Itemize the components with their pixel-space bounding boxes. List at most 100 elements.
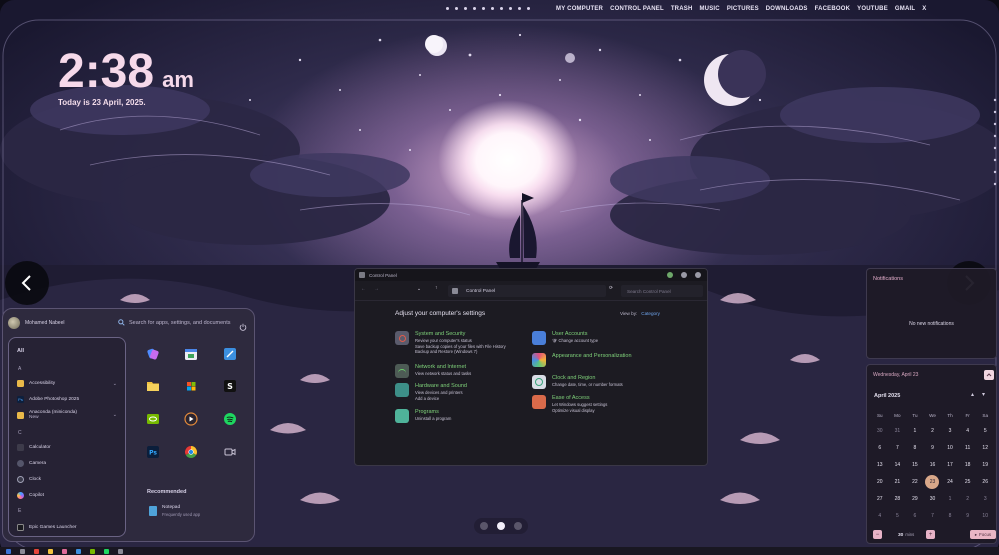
focus-decrease-button[interactable]: − (873, 530, 882, 539)
app-photoshop[interactable]: Ps Adobe Photoshop 2025 (17, 396, 117, 403)
calendar-day[interactable]: 8 (941, 507, 959, 524)
cp-programs-title[interactable]: Programs (415, 409, 451, 416)
calendar-day[interactable]: 14 (889, 456, 907, 473)
cp-system-security-title[interactable]: System and Security (415, 331, 506, 338)
pinned-calendar[interactable] (184, 347, 198, 361)
menu-x[interactable]: X (922, 6, 926, 12)
pinned-photoshop[interactable]: Ps (146, 445, 160, 459)
calendar-day[interactable]: 19 (976, 456, 994, 473)
pinned-nvidia[interactable] (146, 412, 160, 426)
prev-month-arrow-icon[interactable]: ▴ (971, 391, 974, 398)
pinned-store[interactable] (184, 379, 198, 393)
cp-ease-of-access-title[interactable]: Ease of Access (552, 395, 607, 402)
recommended-notepad[interactable]: Notepad Frequently used app (149, 505, 200, 517)
control-panel-titlebar[interactable]: Control Panel (355, 269, 707, 281)
calendar-day[interactable]: 6 (906, 507, 924, 524)
calendar-day[interactable]: 29 (906, 490, 924, 507)
calendar-day[interactable]: 20 (871, 473, 889, 490)
calendar-day[interactable]: 4 (959, 422, 977, 439)
focus-button[interactable]: ▸ Focus (970, 530, 996, 539)
view-by-dropdown[interactable]: Category (641, 311, 660, 316)
calendar-day[interactable]: 30 (871, 422, 889, 439)
pager-dot-2[interactable] (497, 522, 505, 530)
calendar-day[interactable]: 18 (959, 456, 977, 473)
calendar-day[interactable]: 13 (871, 456, 889, 473)
app-clock[interactable]: Clock (17, 476, 117, 483)
minimize-button[interactable] (667, 272, 673, 278)
calendar-day[interactable]: 24 (941, 473, 959, 490)
cp-appearance-title[interactable]: Appearance and Personalization (552, 353, 632, 360)
calendar-day[interactable]: 8 (906, 439, 924, 456)
focus-increase-button[interactable]: + (926, 530, 936, 539)
address-bar[interactable]: Control Panel (448, 285, 606, 297)
letter-e[interactable]: E (18, 508, 21, 514)
calendar-day[interactable]: 30 (924, 490, 942, 507)
menu-facebook[interactable]: FACEBOOK (815, 6, 851, 12)
calendar-day[interactable]: 2 (924, 422, 942, 439)
pinned-file-explorer[interactable] (146, 379, 160, 393)
app-epic-games[interactable]: Epic Games Launcher (17, 524, 117, 531)
app-camera[interactable]: Camera (17, 460, 117, 467)
calendar-day[interactable]: 12 (976, 439, 994, 456)
app-calculator[interactable]: Calculator (17, 444, 117, 451)
menu-gmail[interactable]: GMAIL (895, 6, 915, 12)
taskbar-icon-spotify[interactable] (104, 549, 109, 554)
calendar-day[interactable]: 22 (906, 473, 924, 490)
calendar-day[interactable]: 4 (871, 507, 889, 524)
taskbar-icon-explorer[interactable] (48, 549, 53, 554)
cp-hardware-sound-title[interactable]: Hardware and Sound (415, 383, 467, 390)
next-month-arrow-icon[interactable]: ▾ (982, 391, 985, 398)
taskbar-icon-nvidia[interactable] (90, 549, 95, 554)
taskbar-icon-app2[interactable] (76, 549, 81, 554)
calendar-day[interactable]: 1 (941, 490, 959, 507)
menu-music[interactable]: MUSIC (699, 6, 719, 12)
calendar-day[interactable]: 10 (976, 507, 994, 524)
maximize-button[interactable] (681, 272, 687, 278)
back-arrow-icon[interactable]: ← (361, 287, 366, 292)
menu-downloads[interactable]: DOWNLOADS (766, 6, 808, 12)
cp-user-accounts-title[interactable]: User Accounts (552, 331, 598, 338)
calendar-day[interactable]: 27 (871, 490, 889, 507)
calendar-day[interactable]: 2 (959, 490, 977, 507)
letter-a[interactable]: A (18, 366, 21, 372)
calendar-day[interactable]: 5 (889, 507, 907, 524)
app-copilot[interactable]: Copilot (17, 492, 117, 499)
calendar-day[interactable]: 1 (906, 422, 924, 439)
control-panel-search[interactable]: Search Control Panel (621, 285, 703, 297)
app-accessibility[interactable]: Accessibility ⌄ (17, 380, 117, 387)
calendar-day[interactable]: 11 (959, 439, 977, 456)
calendar-day[interactable]: 26 (976, 473, 994, 490)
calendar-day[interactable]: 7 (924, 507, 942, 524)
pinned-app-s[interactable]: S (223, 379, 237, 393)
menu-control-panel[interactable]: CONTROL PANEL (610, 6, 664, 12)
pinned-spotify[interactable] (223, 412, 237, 426)
calendar-day[interactable]: 31 (889, 422, 907, 439)
calendar-day[interactable]: 28 (889, 490, 907, 507)
calendar-day[interactable]: 16 (924, 456, 942, 473)
up-arrow-icon[interactable]: ↑ (435, 286, 437, 291)
pinned-snipping-tool[interactable] (223, 347, 237, 361)
pager-dot-1[interactable] (480, 522, 488, 530)
calendar-day[interactable]: 6 (871, 439, 889, 456)
recent-dropdown-icon[interactable]: ⌄ (417, 287, 421, 292)
calendar-day[interactable]: 7 (889, 439, 907, 456)
calendar-day[interactable]: 17 (941, 456, 959, 473)
refresh-icon[interactable]: ⟳ (609, 286, 613, 291)
calendar-day[interactable]: 21 (889, 473, 907, 490)
menu-my-computer[interactable]: MY COMPUTER (556, 6, 603, 12)
cp-clock-region-title[interactable]: Clock and Region (552, 375, 623, 382)
pinned-chrome[interactable] (184, 445, 198, 459)
taskbar-icon-chrome[interactable] (34, 549, 39, 554)
user-profile[interactable]: Mohamed Nabeel (8, 317, 64, 329)
forward-arrow-icon[interactable]: → (374, 287, 379, 292)
menu-youtube[interactable]: YOUTUBE (857, 6, 888, 12)
close-button[interactable] (695, 272, 701, 278)
calendar-day[interactable]: 15 (906, 456, 924, 473)
start-icon[interactable] (6, 549, 11, 554)
app-anaconda[interactable]: Anaconda (miniconda) New ⌄ (17, 410, 117, 420)
calendar-collapse-button[interactable] (984, 370, 994, 380)
calendar-day[interactable]: 5 (976, 422, 994, 439)
taskbar-icon-search[interactable] (20, 549, 25, 554)
pager-dot-3[interactable] (514, 522, 522, 530)
calendar-day[interactable]: 10 (941, 439, 959, 456)
